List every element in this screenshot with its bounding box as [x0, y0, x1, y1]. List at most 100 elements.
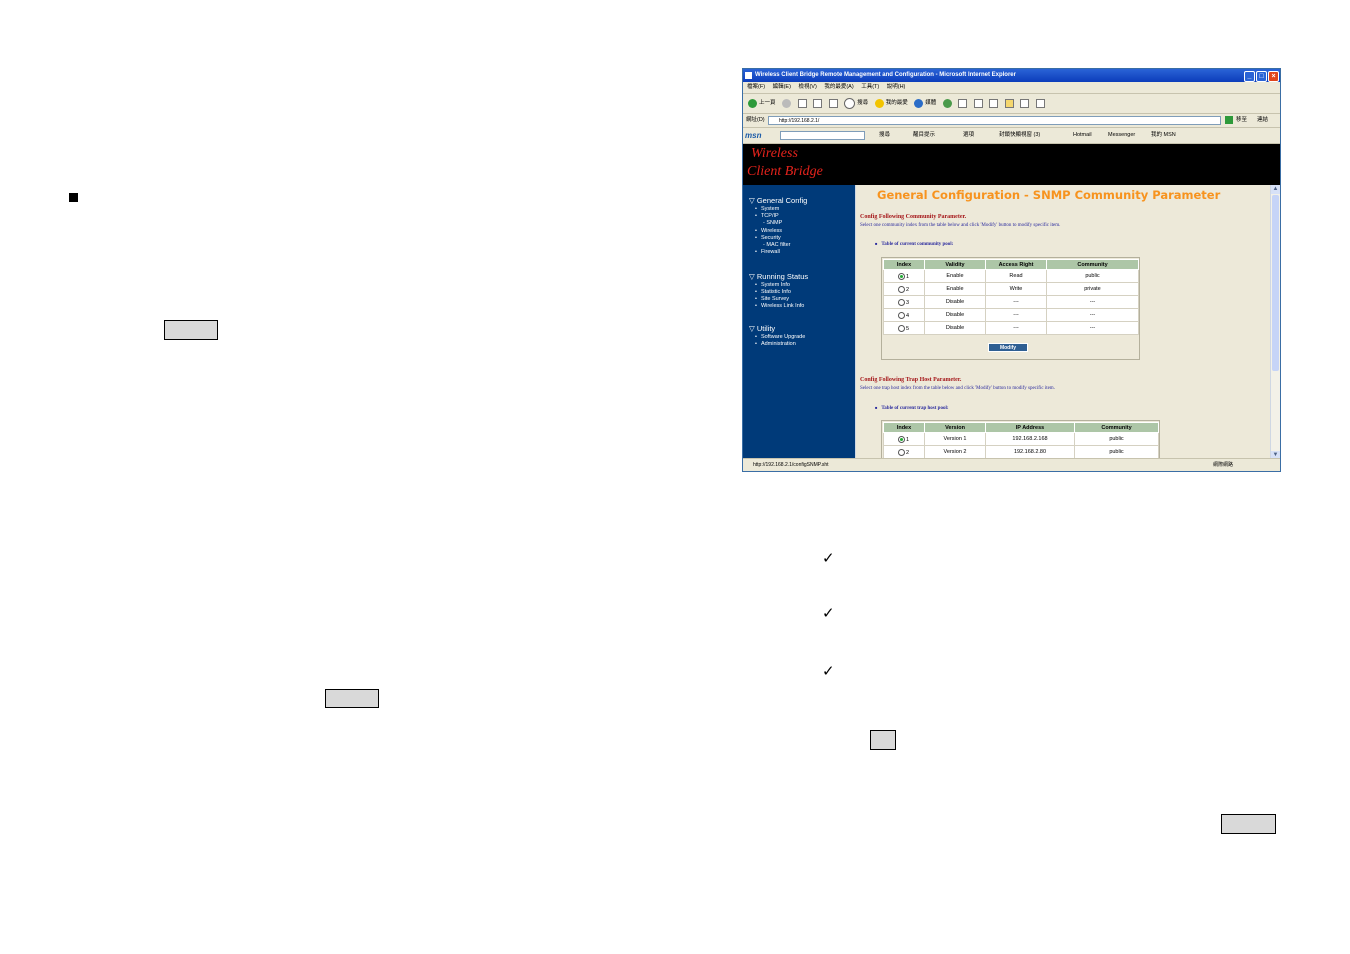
- index-cell[interactable]: 3: [883, 295, 925, 309]
- msn-search-input[interactable]: [780, 131, 865, 140]
- radio-button[interactable]: [898, 311, 905, 319]
- print-icon[interactable]: [973, 99, 983, 108]
- msn-search-button[interactable]: 搜尋: [879, 128, 890, 143]
- msn-hotmail-button[interactable]: Hotmail: [1073, 128, 1092, 143]
- back-button-label[interactable]: 上一頁: [759, 100, 776, 106]
- browser-screenshot: Wireless Client Bridge Remote Management…: [742, 68, 1281, 472]
- search-button-label[interactable]: 搜尋: [857, 100, 868, 106]
- sidebar-item-administration[interactable]: Administration: [755, 341, 796, 347]
- favorites-button-label[interactable]: 我的最愛: [886, 100, 908, 106]
- links-label[interactable]: 連結: [1257, 114, 1268, 127]
- home-icon[interactable]: [828, 99, 838, 108]
- menu-help[interactable]: 說明(H): [887, 84, 906, 90]
- menu-file[interactable]: 檔案(F): [747, 84, 765, 90]
- version-cell: Version 2: [924, 445, 986, 459]
- col-header: Version: [924, 422, 986, 433]
- folder-icon[interactable]: [1004, 99, 1014, 108]
- media-icon[interactable]: [914, 99, 924, 108]
- sidebar-item-wireless[interactable]: Wireless: [755, 228, 782, 234]
- inline-button-2: [325, 689, 379, 708]
- close-button[interactable]: ×: [1268, 71, 1279, 82]
- sidebar-running-status[interactable]: ▽ Running Status: [749, 272, 808, 281]
- maximize-button[interactable]: □: [1256, 71, 1267, 82]
- minimize-button[interactable]: _: [1244, 71, 1255, 82]
- trap-table-caption: Table of current trap host pool:: [875, 405, 948, 411]
- sidebar-item-mac-filter[interactable]: MAC filter: [763, 242, 790, 248]
- browser-title-bar: Wireless Client Bridge Remote Management…: [743, 69, 1280, 82]
- radio-button[interactable]: [898, 435, 905, 443]
- community-section-desc: Select one community index from the tabl…: [860, 223, 1061, 228]
- sidebar-item-system[interactable]: System: [755, 206, 779, 212]
- window-title: Wireless Client Bridge Remote Management…: [755, 72, 1016, 78]
- sidebar-item-system-info[interactable]: System Info: [755, 282, 790, 288]
- search-icon[interactable]: [844, 98, 856, 109]
- radio-button[interactable]: [898, 285, 905, 293]
- col-header: Community: [1074, 422, 1159, 433]
- menu-tools[interactable]: 工具(T): [861, 84, 879, 90]
- favorites-star-icon[interactable]: [874, 99, 884, 108]
- edit-icon[interactable]: [989, 99, 999, 108]
- community-cell: public: [1046, 269, 1139, 283]
- sidebar-item-software-upgrade[interactable]: Software Upgrade: [755, 334, 805, 340]
- radio-button[interactable]: [898, 324, 905, 332]
- forward-arrow-icon[interactable]: [782, 99, 792, 108]
- msn-options-button[interactable]: 選項: [963, 128, 974, 143]
- msn-highlight-button[interactable]: 醒目提示: [913, 128, 935, 143]
- sidebar-item-tcpip[interactable]: TCP/IP: [755, 213, 779, 219]
- history-icon[interactable]: [942, 99, 952, 108]
- check-mark-icon: ✓: [822, 662, 835, 680]
- messenger-icon[interactable]: [1036, 99, 1045, 108]
- stop-icon[interactable]: [797, 99, 807, 108]
- index-cell[interactable]: 1: [883, 432, 925, 446]
- refresh-icon[interactable]: [813, 99, 823, 108]
- radio-button[interactable]: [898, 298, 905, 306]
- index-cell[interactable]: 1: [883, 269, 925, 283]
- mail-icon[interactable]: [958, 99, 968, 108]
- trap-section-title: Config Following Trap Host Parameter.: [860, 377, 962, 383]
- sidebar-utility[interactable]: ▽ Utility: [749, 324, 775, 333]
- sidebar-general-config[interactable]: ▽ General Config: [749, 196, 807, 205]
- menu-favorites[interactable]: 我的最愛(A): [824, 84, 853, 90]
- modify-button[interactable]: Modify: [988, 343, 1028, 352]
- index-cell[interactable]: 2: [883, 445, 925, 459]
- msn-toolbar: msn 搜尋 醒目提示 選項 封鎖快顯視窗 (3) Hotmail Messen…: [743, 128, 1280, 144]
- sidebar-item-firewall[interactable]: Firewall: [755, 249, 780, 255]
- back-arrow-icon[interactable]: [748, 99, 757, 108]
- msn-logo[interactable]: msn: [745, 128, 761, 143]
- validity-cell: Disable: [924, 295, 986, 309]
- table-row: 4 Disable --- ---: [883, 308, 1139, 322]
- radio-button[interactable]: [898, 272, 905, 280]
- trap-section-desc: Select one trap host index from the tabl…: [860, 386, 1055, 391]
- sidebar-item-statistic-info[interactable]: Statistic Info: [755, 289, 791, 295]
- media-button-label[interactable]: 媒體: [925, 100, 936, 106]
- scroll-up-icon[interactable]: ▲: [1271, 185, 1280, 194]
- vertical-scrollbar[interactable]: ▲ ▼: [1270, 185, 1280, 460]
- menu-edit[interactable]: 編輯(E): [773, 84, 791, 90]
- sidebar-item-wireless-link-info[interactable]: Wireless Link Info: [755, 303, 804, 309]
- address-input[interactable]: http://192.168.2.1/: [768, 116, 1221, 125]
- validity-cell: Disable: [924, 321, 986, 335]
- scroll-thumb[interactable]: [1272, 195, 1279, 371]
- my-msn-button[interactable]: 我的 MSN: [1151, 128, 1176, 143]
- msn-messenger-button[interactable]: Messenger: [1108, 128, 1135, 143]
- index-cell[interactable]: 2: [883, 282, 925, 296]
- sidebar-item-snmp[interactable]: SNMP: [763, 220, 782, 226]
- toolbar: 上一頁 搜尋 我的最愛 媒體: [743, 94, 1280, 114]
- community-cell: private: [1046, 282, 1139, 296]
- radio-button[interactable]: [898, 448, 905, 456]
- msn-popup-blocker-button[interactable]: 封鎖快顯視窗 (3): [999, 128, 1040, 143]
- table-row: 1 Version 1 192.168.2.168 public: [883, 432, 1159, 446]
- sidebar-item-site-survey[interactable]: Site Survey: [755, 296, 789, 302]
- table-row: 2 Version 2 192.168.2.80 public: [883, 445, 1159, 459]
- check-mark-icon: ✓: [822, 549, 835, 567]
- index-cell[interactable]: 4: [883, 308, 925, 322]
- address-label: 網址(D): [746, 117, 765, 123]
- go-arrow-icon[interactable]: [1225, 116, 1233, 124]
- col-header: Community: [1046, 259, 1139, 270]
- index-cell[interactable]: 5: [883, 321, 925, 335]
- go-button-label[interactable]: 移至: [1236, 114, 1247, 127]
- validity-cell: Disable: [924, 308, 986, 322]
- sidebar-item-security[interactable]: Security: [755, 235, 781, 241]
- research-icon[interactable]: [1020, 99, 1030, 108]
- menu-view[interactable]: 檢視(V): [798, 84, 816, 90]
